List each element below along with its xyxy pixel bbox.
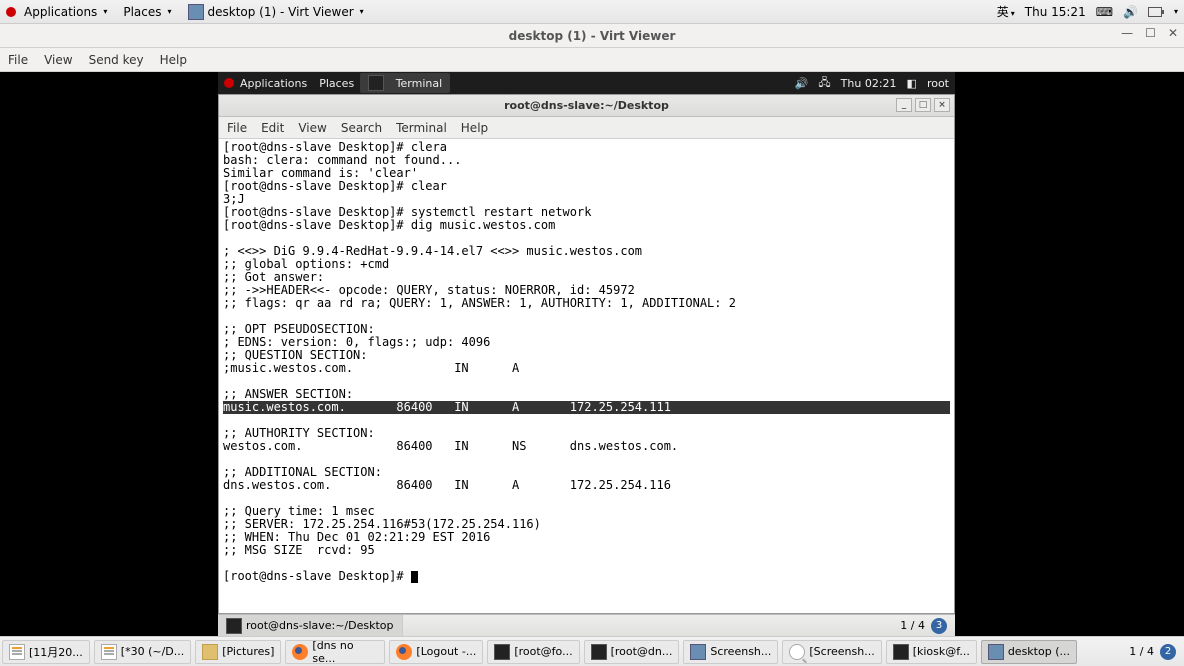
virt-menu-file[interactable]: File: [8, 53, 28, 67]
task-label: [kiosk@f...: [913, 645, 970, 658]
terminal-menubar: File Edit View Search Terminal Help: [219, 117, 954, 139]
guest-network-icon[interactable]: 🖧: [818, 74, 830, 93]
task-label: [*30 (~/D...: [121, 645, 184, 658]
host-clock[interactable]: Thu 15:21: [1025, 5, 1086, 19]
task-label: [root@dn...: [611, 645, 673, 658]
guest-top-panel: Applications Places Terminal 🔊 🖧 Thu 02:…: [218, 72, 955, 94]
task-label: [Logout -...: [416, 645, 476, 658]
host-task[interactable]: [kiosk@f...: [886, 640, 977, 664]
host-task[interactable]: [dns no se...: [285, 640, 385, 664]
term-menu-view[interactable]: View: [298, 121, 326, 135]
keyboard-icon[interactable]: ⌨: [1096, 5, 1113, 19]
guest-places-menu[interactable]: Places: [313, 77, 360, 90]
term-menu-help[interactable]: Help: [461, 121, 488, 135]
host-task[interactable]: [*30 (~/D...: [94, 640, 191, 664]
term-maximize-button[interactable]: □: [915, 98, 931, 112]
host-task[interactable]: Screensh...: [683, 640, 778, 664]
virt-title: desktop (1) - Virt Viewer: [509, 29, 676, 43]
task-label: [dns no se...: [312, 640, 378, 664]
task-label: Screensh...: [710, 645, 771, 658]
host-task[interactable]: [Pictures]: [195, 640, 281, 664]
host-task[interactable]: [11月20...: [2, 640, 90, 664]
term-menu-file[interactable]: File: [227, 121, 247, 135]
guest-active-window[interactable]: Terminal: [360, 73, 450, 93]
battery-icon[interactable]: [1148, 7, 1162, 17]
term-menu-edit[interactable]: Edit: [261, 121, 284, 135]
terminal-icon: [368, 75, 384, 91]
term-icon: [591, 644, 607, 660]
task-label: desktop (...: [1008, 645, 1070, 658]
terminal-titlebar[interactable]: root@dns-slave:~/Desktop _ □ ×: [219, 95, 954, 117]
ime-indicator[interactable]: 英▾: [997, 3, 1015, 20]
host-task[interactable]: [Logout -...: [389, 640, 483, 664]
term-icon: [893, 644, 909, 660]
guest-redhat-icon: [224, 78, 234, 88]
term-minimize-button[interactable]: _: [896, 98, 912, 112]
txt-icon: [9, 644, 25, 660]
terminal-icon: [226, 618, 242, 634]
guest-clock[interactable]: Thu 02:21: [841, 77, 897, 90]
host-task[interactable]: [root@fo...: [487, 640, 579, 664]
screen-icon: [690, 644, 706, 660]
guest-user[interactable]: root: [927, 77, 949, 90]
task-label: [11月20...: [29, 644, 83, 660]
virt-menubar: File View Send key Help: [0, 48, 1184, 72]
terminal-title: root@dns-slave:~/Desktop: [504, 99, 669, 112]
task-label: [Pictures]: [222, 645, 274, 658]
host-top-panel: Applications▾ Places▾ desktop (1) - Virt…: [0, 0, 1184, 24]
guest-task-terminal[interactable]: root@dns-slave:~/Desktop: [218, 615, 403, 636]
term-close-button[interactable]: ×: [934, 98, 950, 112]
search-icon: [789, 644, 805, 660]
guest-hdd-icon[interactable]: ◧: [907, 77, 917, 90]
guest-applications-menu[interactable]: Applications: [234, 77, 313, 90]
window-icon: [188, 4, 204, 20]
host-workspace-badge[interactable]: 2: [1160, 644, 1176, 660]
virt-menu-view[interactable]: View: [44, 53, 72, 67]
volume-icon[interactable]: 🔊: [1123, 5, 1138, 19]
virt-content: Applications Places Terminal 🔊 🖧 Thu 02:…: [0, 72, 1184, 636]
txt-icon: [101, 644, 117, 660]
ff-icon: [292, 644, 308, 660]
term-icon: [494, 644, 510, 660]
guest-bottombar: root@dns-slave:~/Desktop 1 / 4 3: [218, 614, 955, 636]
virt-titlebar[interactable]: desktop (1) - Virt Viewer — ☐ ✕: [0, 24, 1184, 48]
guest-desktop: Applications Places Terminal 🔊 🖧 Thu 02:…: [218, 72, 955, 636]
terminal-window: root@dns-slave:~/Desktop _ □ × File Edit…: [218, 94, 955, 614]
ff-icon: [396, 644, 412, 660]
virt-menu-help[interactable]: Help: [160, 53, 187, 67]
host-task[interactable]: [Screensh...: [782, 640, 881, 664]
guest-workspace-badge[interactable]: 3: [931, 618, 947, 634]
screen-icon: [988, 644, 1004, 660]
host-workspace-indicator[interactable]: 1 / 4: [1129, 645, 1154, 658]
host-bottombar: [11月20... [*30 (~/D... [Pictures] [dns no s…: [0, 636, 1184, 666]
minimize-button[interactable]: —: [1121, 26, 1133, 40]
guest-volume-icon[interactable]: 🔊: [795, 77, 809, 90]
task-label: [Screensh...: [809, 645, 874, 658]
task-label: [root@fo...: [514, 645, 572, 658]
virt-viewer-window: desktop (1) - Virt Viewer — ☐ ✕ File Vie…: [0, 24, 1184, 636]
virt-menu-sendkey[interactable]: Send key: [89, 53, 144, 67]
term-menu-search[interactable]: Search: [341, 121, 382, 135]
host-places-menu[interactable]: Places▾: [115, 5, 179, 19]
folder-icon: [202, 644, 218, 660]
host-task[interactable]: [root@dn...: [584, 640, 680, 664]
term-menu-terminal[interactable]: Terminal: [396, 121, 447, 135]
close-button[interactable]: ✕: [1168, 26, 1178, 40]
maximize-button[interactable]: ☐: [1145, 26, 1156, 40]
terminal-output[interactable]: [root@dns-slave Desktop]# clera bash: cl…: [219, 139, 954, 613]
redhat-logo-icon: [6, 7, 16, 17]
host-applications-menu[interactable]: Applications▾: [16, 5, 115, 19]
host-task[interactable]: desktop (...: [981, 640, 1077, 664]
host-active-window-menu[interactable]: desktop (1) - Virt Viewer▾: [180, 4, 372, 20]
guest-workspace-indicator[interactable]: 1 / 4: [900, 619, 925, 632]
